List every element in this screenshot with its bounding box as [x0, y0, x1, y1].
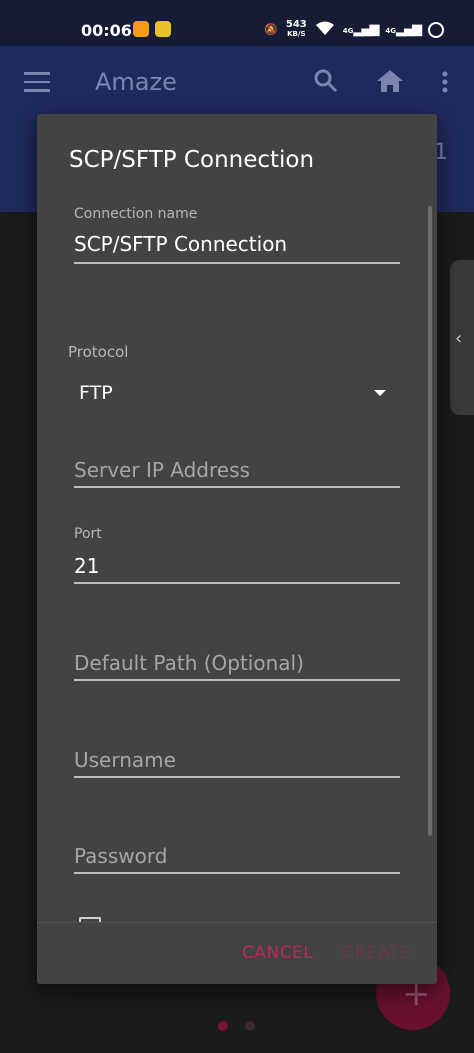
notification-app-icon: [133, 21, 149, 37]
cellular-signal-icon: 4G▂▄▆: [342, 22, 380, 37]
connection-name-label: Connection name: [74, 206, 198, 222]
password-underline: [74, 872, 400, 874]
password-placeholder: Password: [74, 844, 168, 868]
mute-icon: 🔕: [264, 23, 278, 36]
battery-ring-icon: [428, 21, 444, 38]
search-icon[interactable]: [313, 68, 339, 94]
net-speed-value: 543: [285, 19, 307, 30]
page-indicator-dot: [245, 1021, 255, 1031]
net-speed-unit: KB/S: [287, 30, 306, 38]
port-value: 21: [74, 554, 100, 578]
protocol-label: Protocol: [68, 343, 129, 361]
default-path-underline: [74, 679, 400, 681]
sim2-label: 4G: [385, 27, 396, 35]
notification-app-icon: [155, 21, 171, 37]
port-input[interactable]: Port 21: [74, 524, 400, 586]
connection-name-value: SCP/SFTP Connection: [74, 232, 288, 256]
status-indicators: 🔕 543 KB/S 4G▂▄▆ 4G▂▄▆: [264, 20, 444, 39]
connection-name-underline: [74, 262, 400, 264]
side-panel-handle[interactable]: ‹: [450, 260, 474, 415]
menu-icon[interactable]: [24, 72, 50, 92]
protocol-selected-value: FTP: [79, 382, 113, 404]
protocol-select[interactable]: FTP: [68, 376, 388, 412]
default-path-placeholder: Default Path (Optional): [74, 651, 304, 675]
app-title: Amaze: [95, 68, 177, 96]
scp-sftp-connection-dialog: SCP/SFTP Connection Connection name SCP/…: [37, 114, 437, 984]
chevron-left-icon: ‹: [455, 328, 463, 349]
dialog-title: SCP/SFTP Connection: [69, 147, 315, 173]
dialog-actions: CANCEL CREATE: [37, 922, 437, 984]
sim1-label: 4G: [342, 27, 354, 35]
server-ip-input[interactable]: Server IP Address: [74, 454, 400, 490]
net-speed: 543 KB/S: [286, 20, 307, 39]
create-button[interactable]: CREATE: [342, 943, 411, 963]
cancel-button[interactable]: CANCEL: [242, 943, 313, 963]
dropdown-arrow-icon: [374, 390, 386, 396]
dialog-scrollbar[interactable]: [428, 206, 432, 836]
wifi-icon: [315, 20, 335, 39]
default-path-input[interactable]: Default Path (Optional): [74, 647, 400, 683]
username-underline: [74, 776, 400, 778]
status-time: 00:06: [81, 21, 132, 40]
server-ip-underline: [74, 486, 400, 488]
status-bar: 00:06 🔕 543 KB/S 4G▂▄▆ 4G▂▄▆: [0, 0, 474, 46]
port-underline: [74, 582, 400, 584]
username-input[interactable]: Username: [74, 744, 400, 780]
page-indicator-dot-active: [218, 1021, 228, 1031]
connection-name-field[interactable]: Connection name SCP/SFTP Connection: [74, 204, 400, 264]
port-label: Port: [74, 526, 102, 542]
cellular-signal-icon: 4G▂▄▆: [385, 22, 422, 37]
home-icon[interactable]: [376, 68, 404, 94]
more-vert-icon[interactable]: [438, 70, 452, 94]
password-input[interactable]: Password: [74, 840, 400, 876]
username-placeholder: Username: [74, 748, 176, 772]
server-ip-placeholder: Server IP Address: [74, 458, 250, 482]
